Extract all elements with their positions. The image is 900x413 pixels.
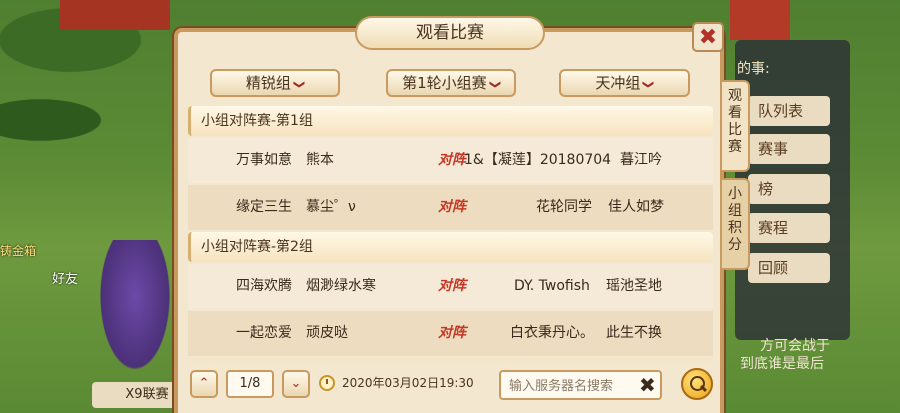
team-b-name: 1&【凝莲】20180704 (464, 152, 612, 168)
filter-bar: 精锐组 ❯ 第1轮小组赛 ❯ 天冲组 ❯ (210, 69, 695, 97)
player-a-name: 顽皮哒 (306, 325, 348, 341)
team-a-name: 四海欢腾 (236, 278, 292, 294)
group-dropdown-label: 天冲组 (595, 74, 641, 92)
background-menu-item: 赛事 (748, 134, 830, 164)
player-b-name: 此生不换 (606, 325, 662, 341)
chevron-down-icon: ❯ (642, 79, 656, 90)
division-dropdown[interactable]: 精锐组 ❯ (210, 69, 340, 97)
close-button[interactable]: ✖ (692, 22, 724, 52)
team-a-name: 万事如意 (236, 152, 292, 168)
player-b-name: 佳人如梦 (608, 199, 664, 215)
group-dropdown[interactable]: 天冲组 ❯ (559, 69, 690, 97)
player-a-name: 慕尘゜ν (306, 199, 356, 215)
team-a-name: 缘定三生 (236, 199, 292, 215)
background-menu-item: 榜 (748, 174, 830, 204)
character-sprite (95, 240, 175, 380)
team-b-name: 花轮同学 (536, 199, 592, 215)
background-menu-item: 回顾 (748, 253, 830, 283)
match-list: 小组对阵赛-第1组 万事如意 熊本 对阵 1&【凝莲】20180704 暮江吟 … (188, 106, 713, 362)
page-indicator: 1/8 (226, 370, 274, 398)
match-row[interactable]: 一起恋爱 顽皮哒 对阵 白衣秉丹心。 此生不换 (188, 311, 713, 356)
background-text: 到底谁是最后 (740, 356, 824, 372)
page-down-button[interactable]: ⌄ (282, 370, 310, 398)
player-a-name: 烟渺绿水寒 (306, 278, 376, 294)
chest-label: 铸金箱 (0, 244, 37, 258)
team-b-name: 白衣秉丹心。 (510, 325, 594, 341)
building-wall (730, 0, 790, 40)
search-button[interactable] (681, 368, 713, 400)
page-up-button[interactable]: ⌃ (190, 370, 218, 398)
clear-icon[interactable]: ✖ (639, 373, 656, 397)
group-header: 小组对阵赛-第2组 (188, 232, 713, 262)
player-a-name: 熊本 (306, 152, 334, 168)
chevron-down-icon: ❯ (488, 79, 502, 90)
chevron-down-icon: ❯ (293, 79, 306, 90)
background-menu-item: 赛程 (748, 213, 830, 243)
team-a-name: 一起恋爱 (236, 325, 292, 341)
versus-label: 对阵 (438, 278, 466, 294)
tab-group-points[interactable]: 小组积分 (722, 178, 750, 270)
versus-label: 对阵 (438, 152, 466, 168)
building-wall (60, 0, 170, 30)
friend-label: 好友 (52, 272, 79, 287)
background-menu-item: 队列表 (748, 96, 830, 126)
division-dropdown-label: 精锐组 (245, 74, 291, 92)
server-search-box: ✖ (499, 370, 662, 400)
dialog-title: 观看比赛 (355, 16, 545, 50)
tab-watch-match[interactable]: 观看比赛 (722, 80, 750, 172)
team-b-name: DY. Twofish (514, 278, 590, 294)
background-panel-title: 的事: (737, 61, 770, 77)
match-time: 2020年03月02日19:30 (342, 376, 474, 390)
player-b-name: 暮江吟 (620, 152, 662, 168)
match-row[interactable]: 四海欢腾 烟渺绿水寒 对阵 DY. Twofish 瑶池圣地 (188, 264, 713, 309)
bottom-bar: ⌃ 1/8 ⌄ 2020年03月02日19:30 ✖ (188, 368, 713, 404)
round-dropdown[interactable]: 第1轮小组赛 ❯ (386, 69, 516, 97)
match-row[interactable]: 万事如意 熊本 对阵 1&【凝莲】20180704 暮江吟 (188, 138, 713, 183)
versus-label: 对阵 (438, 325, 466, 341)
list-fade (188, 358, 713, 362)
background-text: 方可会战于 (760, 338, 830, 354)
match-row[interactable]: 缘定三生 慕尘゜ν 对阵 花轮同学 佳人如梦 (188, 185, 713, 230)
server-search-input[interactable] (501, 372, 641, 400)
player-b-name: 瑶池圣地 (606, 278, 662, 294)
round-dropdown-label: 第1轮小组赛 (402, 74, 487, 92)
group-header: 小组对阵赛-第1组 (188, 106, 713, 136)
search-icon-handle (699, 384, 708, 393)
versus-label: 对阵 (438, 199, 466, 215)
clock-icon (319, 375, 335, 391)
